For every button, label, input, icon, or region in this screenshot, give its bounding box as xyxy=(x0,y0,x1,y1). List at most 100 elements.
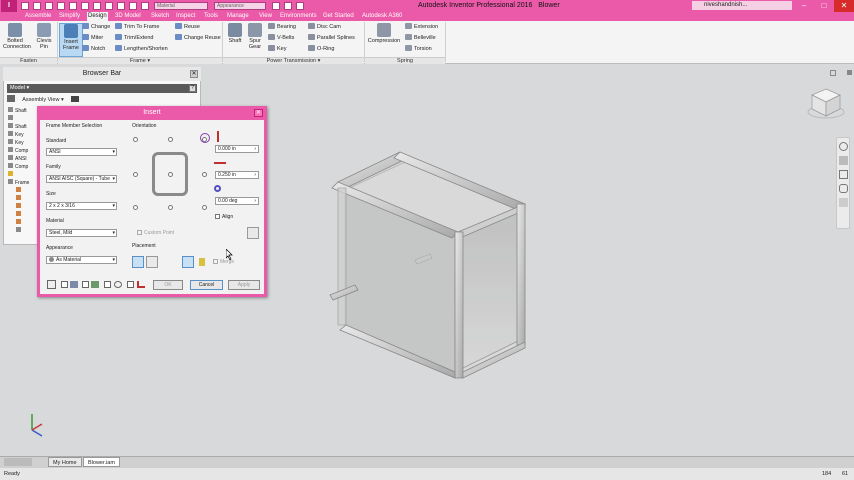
frame-assembly-model[interactable] xyxy=(320,140,540,380)
find-icon[interactable] xyxy=(71,96,80,102)
tab-manage[interactable]: Manage xyxy=(226,12,250,21)
signin-field[interactable]: niveshandnish... xyxy=(692,1,792,10)
bearing-button[interactable]: Bearing xyxy=(268,23,296,32)
place-between-points-button[interactable] xyxy=(146,256,158,268)
checkbox-icon[interactable] xyxy=(127,281,134,288)
mirror-button[interactable] xyxy=(247,227,259,239)
align-checkbox[interactable]: Align xyxy=(215,214,233,220)
filter-icon[interactable] xyxy=(7,95,15,102)
update-icon[interactable] xyxy=(93,2,101,10)
tab-sketch[interactable]: Sketch xyxy=(150,12,170,21)
browser-close-button[interactable]: ✕ xyxy=(190,70,198,78)
size-select[interactable]: 2 x 2 x 3/16 ▾ xyxy=(46,202,117,210)
new-icon[interactable] xyxy=(21,2,29,10)
extension-button[interactable]: Extension xyxy=(405,23,438,32)
v-belts-button[interactable]: V-Belts xyxy=(268,34,294,43)
preview-icon[interactable] xyxy=(91,281,99,288)
apply-button[interactable]: Apply xyxy=(228,280,260,290)
tree-item[interactable]: Key xyxy=(8,139,24,147)
orientation-radio-middle-left[interactable] xyxy=(133,172,138,177)
offset-x-input[interactable]: 0.000 in › xyxy=(215,145,259,153)
tab-autodesk-a360[interactable]: Autodesk A360 xyxy=(361,12,403,21)
offset-y-input[interactable]: 0.250 in › xyxy=(215,171,259,179)
tree-item[interactable]: Comp xyxy=(8,163,28,171)
tab-inspect[interactable]: Inspect xyxy=(175,12,196,21)
trim-to-frame-button[interactable]: Trim To Frame xyxy=(115,23,159,32)
panel-frame[interactable]: Frame ▾ xyxy=(58,57,222,64)
orientation-radio-bottom-center[interactable] xyxy=(168,205,173,210)
material-select[interactable]: Steel, Mild ▾ xyxy=(46,229,117,237)
tab-design[interactable]: Design xyxy=(87,12,108,21)
key-button[interactable]: Key xyxy=(268,45,286,54)
origin-point-icon[interactable] xyxy=(200,133,210,143)
tree-item[interactable]: Comp xyxy=(8,147,28,155)
display-icon[interactable] xyxy=(70,281,78,288)
appearance-select[interactable]: As Material ▾ xyxy=(46,256,117,264)
tree-item[interactable]: Key xyxy=(8,131,24,139)
material-dropdown[interactable]: Material xyxy=(154,2,208,10)
clevis-pin-button[interactable]: Clevis Pin xyxy=(32,23,56,50)
orientation-icon[interactable] xyxy=(114,281,122,288)
trim-extend-button[interactable]: Trim/Extend xyxy=(115,34,153,43)
viewcube-menu-icon[interactable] xyxy=(847,70,852,75)
tree-item[interactable] xyxy=(16,211,23,219)
panel-power-transmission[interactable]: Power Transmission ▾ xyxy=(223,57,364,64)
tab-3d-model[interactable]: 3D Model xyxy=(114,12,142,21)
dialog-close-button[interactable]: ✕ xyxy=(254,109,263,117)
reuse-button[interactable]: Reuse xyxy=(175,23,200,32)
steering-wheel-icon[interactable] xyxy=(839,142,848,151)
checkbox-icon[interactable] xyxy=(82,281,89,288)
fx-icon[interactable] xyxy=(296,2,304,10)
place-on-edge-button[interactable] xyxy=(132,256,144,268)
checkbox-icon[interactable] xyxy=(104,281,111,288)
tab-simplify[interactable]: Simplify xyxy=(58,12,81,21)
orbit-icon[interactable] xyxy=(839,184,848,193)
model-dropdown[interactable]: Model ▾ xyxy=(7,84,197,93)
tree-item[interactable]: Shaft xyxy=(8,107,27,115)
standard-select[interactable]: ANSI ▾ xyxy=(46,148,117,156)
lengthen-shorten-button[interactable]: Lengthen/Shorten xyxy=(115,45,168,54)
clear-override-icon[interactable] xyxy=(272,2,280,10)
bolted-connection-button[interactable]: Bolted Connection xyxy=(3,23,31,50)
help-icon[interactable]: ? xyxy=(189,85,196,92)
document-nav-icons[interactable] xyxy=(4,458,32,466)
zoom-icon[interactable] xyxy=(839,170,848,179)
axis-icon[interactable] xyxy=(137,281,145,288)
disc-cam-button[interactable]: Disc Cam xyxy=(308,23,341,32)
tab-view[interactable]: View xyxy=(258,12,273,21)
viewcube[interactable] xyxy=(806,85,846,121)
notch-button[interactable]: Notch xyxy=(82,45,105,54)
undo-icon[interactable] xyxy=(57,2,65,10)
tab-tools[interactable]: Tools xyxy=(203,12,219,21)
orientation-radio-bottom-right[interactable] xyxy=(202,205,207,210)
adjust-icon[interactable] xyxy=(284,2,292,10)
insert-frame-button[interactable]: Insert Frame xyxy=(59,23,83,57)
tree-item[interactable] xyxy=(8,171,15,179)
redo-icon[interactable] xyxy=(69,2,77,10)
cancel-button[interactable]: Cancel xyxy=(190,280,223,290)
home-view-icon[interactable] xyxy=(830,70,836,76)
maximize-button[interactable]: □ xyxy=(814,0,834,12)
orientation-radio-top-center[interactable] xyxy=(168,137,173,142)
rotation-input[interactable]: 0.00 deg › xyxy=(215,197,259,205)
orientation-radio-top-left[interactable] xyxy=(133,137,138,142)
tab-get-started[interactable]: Get Started xyxy=(322,12,355,21)
application-menu-button[interactable]: I xyxy=(1,0,17,12)
tree-item[interactable] xyxy=(16,219,23,227)
tab-environments[interactable]: Environments xyxy=(279,12,318,21)
properties-icon[interactable] xyxy=(129,2,137,10)
close-button[interactable]: ✕ xyxy=(834,0,854,12)
compression-button[interactable]: Compression xyxy=(366,23,402,44)
tab-blower[interactable]: Blower.iam xyxy=(83,457,120,467)
tree-item[interactable] xyxy=(16,187,23,195)
parallel-splines-button[interactable]: Parallel Splines xyxy=(308,34,355,43)
ok-button[interactable]: OK xyxy=(153,280,183,290)
checkbox-icon[interactable] xyxy=(61,281,68,288)
tree-item[interactable] xyxy=(16,195,23,203)
save-icon[interactable] xyxy=(45,2,53,10)
tab-my-home[interactable]: My Home xyxy=(48,457,82,467)
change-button[interactable]: Change xyxy=(82,23,110,32)
measure-icon[interactable] xyxy=(117,2,125,10)
spur-gear-button[interactable]: Spur Gear xyxy=(243,23,267,50)
tree-item[interactable] xyxy=(16,227,23,235)
